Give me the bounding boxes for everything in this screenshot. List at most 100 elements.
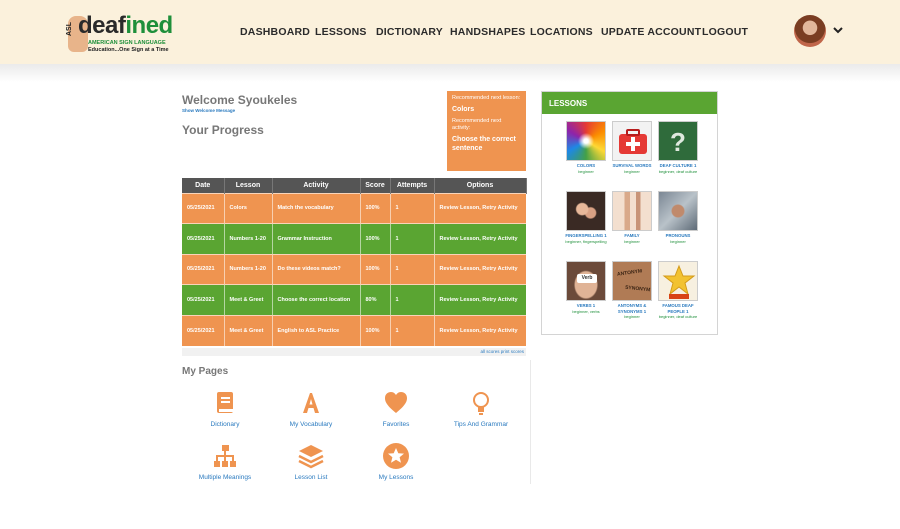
table-footer-links[interactable]: all scores print scores	[182, 348, 526, 356]
nav-dictionary[interactable]: DICTIONARY	[376, 26, 443, 38]
cell-lesson[interactable]: Colors	[224, 192, 273, 224]
letter-a-icon	[303, 393, 319, 413]
logo-word-main: deaf	[78, 12, 126, 39]
cell-lesson[interactable]: Numbers 1-20	[224, 253, 273, 285]
nav-dashboard[interactable]: DASHBOARD	[240, 26, 310, 38]
heart-icon	[385, 392, 407, 413]
synonym-text: SYNONYM	[624, 284, 651, 294]
cell-activity[interactable]: Grammar Instruction	[272, 223, 361, 255]
user-avatar[interactable]	[794, 15, 826, 47]
recommend-lesson-label: Recommended next lesson:	[452, 95, 521, 101]
my-page-tips-grammar[interactable]: Tips And Grammar	[441, 389, 521, 428]
my-page-label: My Lessons	[378, 474, 414, 481]
lesson-title: FAMOUS DEAF PEOPLE 1	[662, 303, 694, 314]
cell-options[interactable]: Review Lesson, Retry Activity	[434, 284, 527, 316]
column-divider	[530, 360, 531, 484]
cell-activity[interactable]: Do these videos match?	[272, 253, 361, 285]
nav-logout[interactable]: LOGOUT	[702, 26, 748, 38]
my-page-dictionary[interactable]: Dictionary	[185, 389, 265, 428]
lesson-card-verbs[interactable]: Verb VERBS 1 beginner, verbs	[563, 261, 609, 314]
my-page-label: Tips And Grammar	[453, 421, 509, 428]
lesson-card-antonyms[interactable]: ANTONYM SYNONYM ANTONYMS & SYNONYMS 1 be…	[609, 261, 655, 319]
cell-attempts: 1	[390, 223, 435, 255]
lesson-card-famous-deaf-people[interactable]: FAMOUS DEAF PEOPLE 1 beginner, deaf cult…	[655, 261, 701, 319]
cell-activity[interactable]: Match the vocabulary	[272, 192, 361, 224]
nav-update-account[interactable]: UPDATE ACCOUNT	[601, 26, 701, 38]
nav-lessons[interactable]: LESSONS	[315, 26, 367, 38]
lesson-title: DEAF CULTURE 1	[659, 163, 697, 168]
lessons-panel: LESSONS COLORS beginner SURVIVAL WORDS b…	[541, 91, 718, 335]
lessons-panel-title: LESSONS	[542, 92, 717, 114]
table-row: 05/25/2021 Meet & Greet English to ASL P…	[182, 314, 527, 346]
my-page-lesson-list[interactable]: Lesson List	[271, 442, 351, 481]
lesson-level: beginner, deaf culture	[658, 168, 698, 174]
my-page-my-lessons[interactable]: My Lessons	[356, 442, 436, 481]
welcome-title: Welcome Syoukeles	[182, 93, 298, 107]
cell-options[interactable]: Review Lesson, Retry Activity	[434, 314, 527, 346]
cell-attempts: 1	[390, 192, 435, 224]
my-page-label: Multiple Meanings	[198, 474, 252, 481]
my-page-label: Lesson List	[294, 474, 328, 481]
table-row: 05/25/2021 Colors Match the vocabulary 1…	[182, 192, 527, 224]
cell-date: 05/25/2021	[182, 253, 225, 285]
pronouns-thumbnail	[658, 191, 698, 231]
chevron-down-icon[interactable]	[833, 25, 843, 37]
verb-tag: Verb	[577, 274, 597, 283]
cell-lesson[interactable]: Meet & Greet	[224, 284, 273, 316]
lesson-level: beginner, fingerspelling	[565, 238, 607, 244]
cell-date: 05/25/2021	[182, 223, 225, 255]
table-row: 05/25/2021 Numbers 1-20 Do these videos …	[182, 253, 527, 285]
lesson-level: beginner, deaf culture	[658, 314, 698, 319]
colors-thumbnail	[566, 121, 606, 161]
cell-lesson[interactable]: Meet & Greet	[224, 314, 273, 346]
recommend-lesson-value[interactable]: Colors	[452, 105, 521, 114]
antonyms-thumbnail: ANTONYM SYNONYM	[612, 261, 652, 301]
recommendation-box[interactable]: Recommended next lesson: Colors Recommen…	[447, 91, 526, 171]
nav-handshapes[interactable]: HANDSHAPES	[450, 26, 526, 38]
cell-date: 05/25/2021	[182, 284, 225, 316]
header-shadow	[0, 64, 900, 82]
cell-score: 100%	[360, 253, 391, 285]
cell-lesson[interactable]: Numbers 1-20	[224, 223, 273, 255]
my-pages-title: My Pages	[182, 366, 229, 377]
question-mark-thumbnail: ?	[658, 121, 698, 161]
table-row: 05/25/2021 Meet & Greet Choose the corre…	[182, 284, 527, 316]
lesson-card-pronouns[interactable]: PRONOUNS beginner	[655, 191, 701, 244]
table-row: 05/25/2021 Numbers 1-20 Grammar Instruct…	[182, 223, 527, 255]
lesson-card-survival-words[interactable]: SURVIVAL WORDS beginner	[609, 121, 655, 174]
cell-attempts: 1	[390, 314, 435, 346]
col-lesson: Lesson	[224, 178, 273, 193]
lesson-card-fingerspelling[interactable]: FINGERSPELLING 1 beginner, fingerspellin…	[563, 191, 609, 244]
cell-activity[interactable]: English to ASL Practice	[272, 314, 361, 346]
progress-title: Your Progress	[182, 123, 264, 137]
nav-locations[interactable]: LOCATIONS	[530, 26, 593, 38]
lesson-level: beginner	[578, 168, 594, 174]
cell-date: 05/25/2021	[182, 314, 225, 346]
recommend-activity-value[interactable]: Choose the correct sentence	[452, 135, 521, 153]
cell-attempts: 1	[390, 253, 435, 285]
my-page-vocabulary[interactable]: My Vocabulary	[271, 389, 351, 428]
verb-hand-thumbnail: Verb	[566, 261, 606, 301]
lesson-card-family[interactable]: FAMILY beginner	[609, 191, 655, 244]
family-thumbnail	[612, 191, 652, 231]
lesson-card-deaf-culture[interactable]: ? DEAF CULTURE 1 beginner, deaf culture	[655, 121, 701, 174]
show-welcome-link[interactable]: Show Welcome Message	[182, 108, 235, 113]
my-page-favorites[interactable]: Favorites	[356, 389, 436, 428]
col-activity: Activity	[272, 178, 361, 193]
recommend-activity-label: Recommended next activity:	[452, 118, 502, 131]
my-page-label: Favorites	[382, 421, 410, 428]
table-header-row: Date Lesson Activity Score Attempts Opti…	[182, 178, 527, 193]
lesson-level: beginner	[624, 238, 640, 244]
lesson-card-colors[interactable]: COLORS beginner	[563, 121, 609, 174]
book-icon	[217, 392, 233, 413]
my-page-multiple-meanings[interactable]: Multiple Meanings	[185, 442, 265, 481]
lesson-level: beginner, verbs	[572, 308, 600, 314]
cell-options[interactable]: Review Lesson, Retry Activity	[434, 223, 527, 255]
deafined-logo[interactable]: ASL deafined AMERICAN SIGN LANGUAGE Educ…	[66, 10, 176, 56]
cell-activity[interactable]: Choose the correct location	[272, 284, 361, 316]
cell-options[interactable]: Review Lesson, Retry Activity	[434, 253, 527, 285]
cell-score: 100%	[360, 192, 391, 224]
progress-table: Date Lesson Activity Score Attempts Opti…	[182, 178, 527, 346]
cell-options[interactable]: Review Lesson, Retry Activity	[434, 192, 527, 224]
lesson-title: SURVIVAL WORDS	[612, 163, 652, 168]
